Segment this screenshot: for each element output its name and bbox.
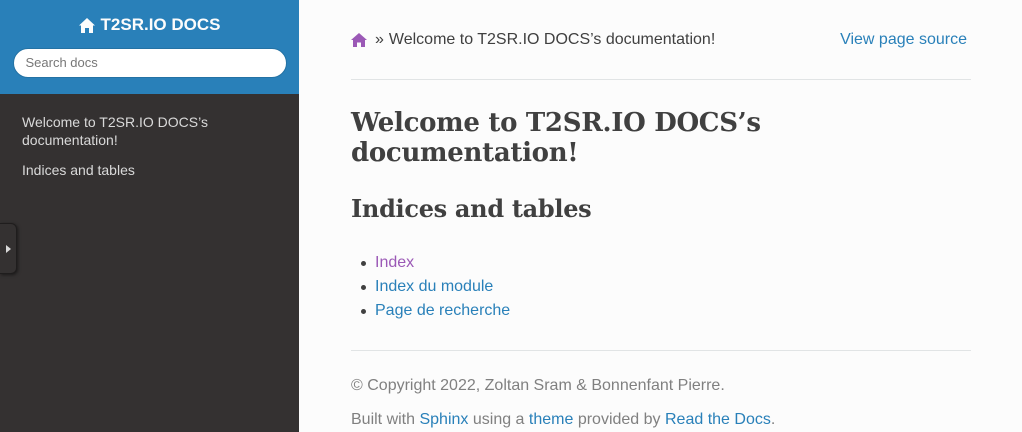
breadcrumb-separator: » xyxy=(375,31,384,48)
search-page-link[interactable]: Page de recherche xyxy=(375,302,510,319)
list-item: Index du module xyxy=(351,275,971,299)
home-icon xyxy=(78,17,95,33)
footer: © Copyright 2022, Zoltan Sram & Bonnenfa… xyxy=(351,350,971,431)
sidebar-nav: Welcome to T2SR.IO DOCS’s documentation!… xyxy=(0,94,299,179)
sidebar-toggle[interactable] xyxy=(0,223,17,274)
module-index-link[interactable]: Index du module xyxy=(375,278,493,295)
list-item: Index xyxy=(351,251,971,275)
index-links-list: Index Index du module Page de recherche xyxy=(351,251,971,323)
section-heading: Indices and tables xyxy=(351,194,592,223)
project-home-link[interactable]: T2SR.IO DOCS xyxy=(78,15,221,35)
view-page-source-link[interactable]: View page source xyxy=(840,31,967,49)
breadcrumb: » Welcome to T2SR.IO DOCS’s documentatio… xyxy=(351,0,971,80)
list-item: Page de recherche xyxy=(351,299,971,323)
project-title: T2SR.IO DOCS xyxy=(100,15,221,34)
search-input[interactable] xyxy=(12,47,287,78)
theme-link[interactable]: theme xyxy=(529,411,573,428)
provided-by-label: provided by xyxy=(577,411,661,428)
sidebar-item-welcome[interactable]: Welcome to T2SR.IO DOCS’s documentation! xyxy=(0,113,299,149)
collapse-arrow-icon xyxy=(5,244,11,253)
footer-period: . xyxy=(770,411,776,428)
built-with-label: Built with xyxy=(351,411,416,428)
main-content: » Welcome to T2SR.IO DOCS’s documentatio… xyxy=(351,0,971,431)
sphinx-link[interactable]: Sphinx xyxy=(419,411,468,428)
breadcrumb-current: Welcome to T2SR.IO DOCS’s documentation! xyxy=(388,31,716,48)
sidebar-header: T2SR.IO DOCS xyxy=(0,0,299,94)
sidebar: T2SR.IO DOCS Welcome to T2SR.IO DOCS’s d… xyxy=(0,0,299,432)
read-the-docs-link[interactable]: Read the Docs xyxy=(665,411,771,428)
sidebar-item-indices[interactable]: Indices and tables xyxy=(0,161,299,179)
using-a-label: using a xyxy=(472,411,525,428)
built-with-text: Built with Sphinx using a theme provided… xyxy=(351,409,971,431)
home-icon[interactable] xyxy=(351,33,367,47)
page-title: Welcome to T2SR.IO DOCS’s documentation! xyxy=(351,108,761,168)
index-link[interactable]: Index xyxy=(375,254,414,271)
copyright-text: © Copyright 2022, Zoltan Sram & Bonnenfa… xyxy=(351,377,725,394)
